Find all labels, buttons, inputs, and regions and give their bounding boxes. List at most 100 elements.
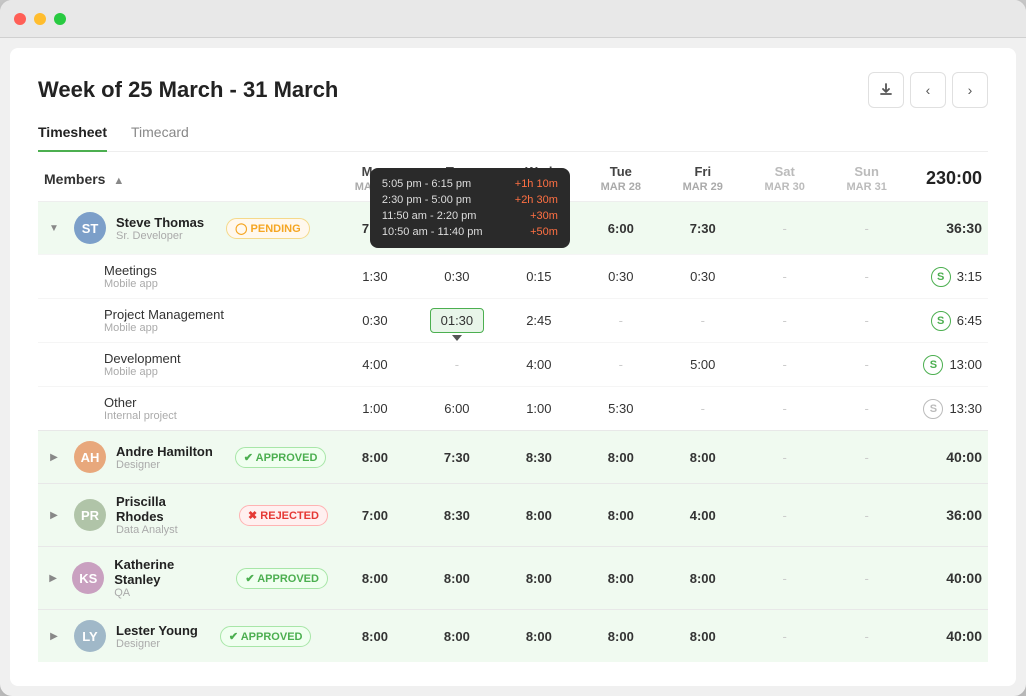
hour-cell[interactable]: - [744, 547, 826, 610]
hour-cell[interactable]: 8:00 [498, 610, 580, 663]
subtask-hour-cell[interactable]: 0:30 [580, 255, 662, 299]
subtask-hour-cell[interactable]: 0:30 [334, 299, 416, 343]
hour-cell[interactable]: 8:00 [498, 547, 580, 610]
hour-cell[interactable]: - [826, 484, 908, 547]
close-button[interactable] [14, 13, 26, 25]
hour-cell[interactable]: 8:00 [416, 610, 498, 663]
subtask-hour-cell[interactable]: 0:15 [498, 255, 580, 299]
subtask-row: Project Management Mobile app 0:30 01:30… [38, 299, 988, 343]
hour-cell[interactable]: 8:00 [498, 202, 580, 255]
hour-cell[interactable]: 7:00 [334, 202, 416, 255]
subtask-hour-cell[interactable]: - [744, 255, 826, 299]
tab-timecard[interactable]: Timecard [131, 124, 189, 152]
hour-cell[interactable]: 8:00 [662, 547, 744, 610]
member-total: 40:00 [908, 610, 988, 663]
hour-cell[interactable]: 8:00 [416, 547, 498, 610]
minimize-button[interactable] [34, 13, 46, 25]
hour-cell[interactable]: - [826, 547, 908, 610]
hour-cell[interactable]: 7:30 [416, 431, 498, 484]
maximize-button[interactable] [54, 13, 66, 25]
sort-icon[interactable]: ▲ [113, 175, 124, 187]
subtask-hour-cell[interactable]: - [744, 299, 826, 343]
hour-cell[interactable]: 8:00 [662, 610, 744, 663]
expand-button[interactable]: ▶ [44, 447, 64, 467]
hour-cell[interactable]: - [826, 431, 908, 484]
col-header-tue26: Tue MAR 26 [416, 152, 498, 202]
hour-cell[interactable]: 8:00 [416, 202, 498, 255]
subtask-hour-cell[interactable]: 1:00 [498, 387, 580, 431]
subtask-hour-cell[interactable]: 5:30 [580, 387, 662, 431]
prev-week-button[interactable]: ‹ [910, 72, 946, 108]
subtask-hour-cell[interactable]: - [744, 343, 826, 387]
member-total: 36:30 [908, 202, 988, 255]
hour-cell[interactable]: - [744, 202, 826, 255]
subtask-hour-cell[interactable]: 4:00 [498, 343, 580, 387]
s-icon[interactable]: S [923, 399, 943, 419]
s-icon[interactable]: S [923, 355, 943, 375]
hour-cell[interactable]: 8:00 [580, 547, 662, 610]
subtask-hour-cell[interactable]: - [580, 299, 662, 343]
hour-cell[interactable]: 8:00 [580, 610, 662, 663]
subtask-row: Meetings Mobile app 1:300:300:150:300:30… [38, 255, 988, 299]
subtask-hour-cell[interactable]: 4:00 [334, 343, 416, 387]
subtask-hour-cell[interactable]: - [826, 387, 908, 431]
subtask-hour-cell[interactable]: - [580, 343, 662, 387]
member-name: Lester Young [116, 623, 198, 638]
subtask-hour-cell[interactable]: - [662, 387, 744, 431]
highlighted-cell[interactable]: 01:30 [430, 308, 484, 333]
subtask-hour-cell[interactable]: 1:30 [334, 255, 416, 299]
hour-cell[interactable]: 8:00 [334, 610, 416, 663]
expand-button[interactable]: ▶ [44, 568, 62, 588]
next-week-button[interactable]: › [952, 72, 988, 108]
hour-cell[interactable]: - [744, 610, 826, 663]
hour-cell[interactable]: - [826, 202, 908, 255]
hour-cell[interactable]: 8:00 [498, 484, 580, 547]
status-badge: ✔ APPROVED [235, 447, 327, 468]
download-button[interactable] [868, 72, 904, 108]
subtask-hour-cell[interactable]: 0:30 [416, 255, 498, 299]
expand-button[interactable]: ▶ [44, 626, 64, 646]
s-icon[interactable]: S [931, 311, 951, 331]
nav-buttons: ‹ › [868, 72, 988, 108]
hour-cell[interactable]: 4:00 [662, 484, 744, 547]
hour-cell[interactable]: - [744, 484, 826, 547]
status-badge: ✖ REJECTED [239, 505, 328, 526]
hour-cell[interactable]: 6:00 [580, 202, 662, 255]
subtask-hour-cell[interactable]: - [662, 299, 744, 343]
subtask-hour-cell[interactable]: 2:45 [498, 299, 580, 343]
member-info-cell: ▶ KS Katherine Stanley QA ✔ APPROVED [38, 547, 334, 610]
hour-cell[interactable]: 8:00 [580, 484, 662, 547]
member-role: Data Analyst [116, 524, 217, 536]
subtask-hour-cell[interactable]: - [826, 255, 908, 299]
subtask-total: S 13:30 [908, 387, 988, 431]
subtask-hour-cell[interactable]: - [744, 387, 826, 431]
hour-cell[interactable]: 8:00 [580, 431, 662, 484]
avatar: PR [74, 499, 106, 531]
subtask-hour-cell[interactable]: 1:00 [334, 387, 416, 431]
tab-timesheet[interactable]: Timesheet [38, 124, 107, 152]
subtask-hour-cell[interactable]: - [416, 343, 498, 387]
expand-button[interactable]: ▶ [44, 505, 64, 525]
s-icon[interactable]: S [931, 267, 951, 287]
hour-cell[interactable]: 8:00 [662, 431, 744, 484]
subtask-hour-cell[interactable]: 0:30 [662, 255, 744, 299]
hour-cell[interactable]: - [744, 431, 826, 484]
subtask-hour-cell[interactable]: - [826, 299, 908, 343]
member-row: ▶ AH Andre Hamilton Designer ✔ APPROVED … [38, 431, 988, 484]
subtask-hour-cell[interactable]: 5:00 [662, 343, 744, 387]
hour-cell[interactable]: 7:00 [334, 484, 416, 547]
subtask-hour-cell[interactable]: 01:30 5:05 pm - 6:15 pm +1h 10m 2:30 pm … [416, 299, 498, 343]
hour-cell[interactable]: 8:30 [416, 484, 498, 547]
hour-cell[interactable]: - [826, 610, 908, 663]
hour-cell[interactable]: 8:30 [498, 431, 580, 484]
expand-button[interactable]: ▼ [44, 218, 64, 238]
member-role: QA [114, 587, 214, 599]
hour-cell[interactable]: 7:30 [662, 202, 744, 255]
member-info-cell: ▶ LY Lester Young Designer ✔ APPROVED [38, 610, 334, 663]
hour-cell[interactable]: 8:00 [334, 431, 416, 484]
hour-cell[interactable]: 8:00 [334, 547, 416, 610]
app-window: Week of 25 March - 31 March ‹ › Timeshee… [0, 0, 1026, 696]
subtask-total: S 6:45 [908, 299, 988, 343]
subtask-hour-cell[interactable]: 6:00 [416, 387, 498, 431]
subtask-hour-cell[interactable]: - [826, 343, 908, 387]
